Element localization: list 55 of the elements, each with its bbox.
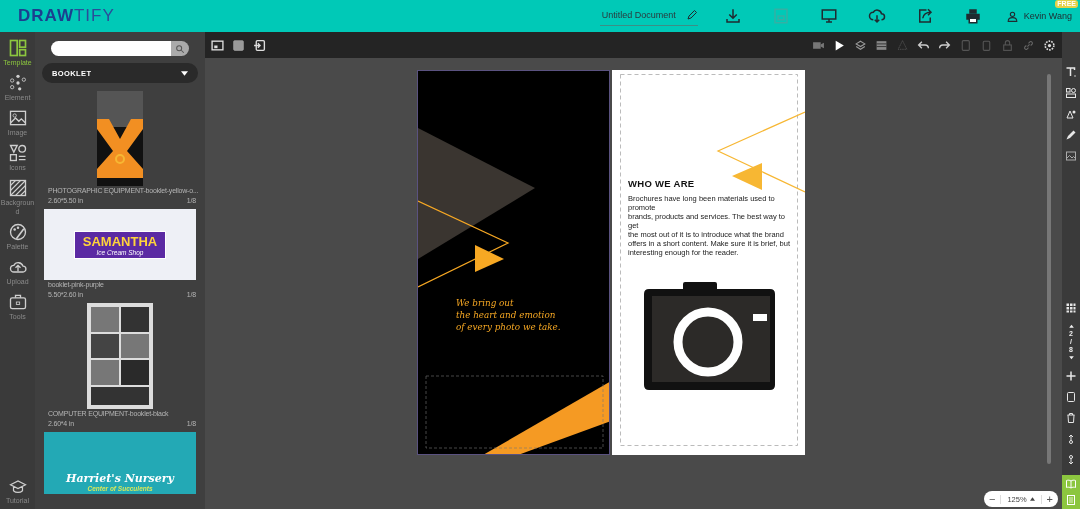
layers-icon[interactable] bbox=[854, 38, 867, 52]
add-page-icon[interactable] bbox=[1065, 370, 1077, 382]
template-thumbnail[interactable] bbox=[87, 303, 153, 409]
grid-icon[interactable] bbox=[1065, 302, 1077, 314]
play-icon[interactable] bbox=[833, 38, 846, 52]
zoom-out-button[interactable]: − bbox=[983, 491, 1001, 507]
duplicate-page-icon[interactable] bbox=[1065, 391, 1077, 403]
page-down-icon[interactable] bbox=[1066, 354, 1076, 361]
image-icon[interactable] bbox=[1065, 150, 1077, 162]
sidebar-tab-icon bbox=[7, 108, 28, 128]
redo-icon[interactable] bbox=[938, 38, 951, 52]
tagline-text[interactable]: We bring out the heart and emotion of every photo we take. bbox=[456, 297, 561, 333]
sidebar-tab-icon bbox=[7, 222, 28, 242]
text-tool-icon[interactable] bbox=[1065, 66, 1077, 78]
triangle-shape bbox=[475, 245, 504, 272]
download-icon[interactable] bbox=[723, 7, 742, 25]
brochure-left-page[interactable]: We bring out the heart and emotion of every photo we take. bbox=[417, 70, 610, 455]
search-field[interactable] bbox=[51, 41, 171, 56]
sidebar-tab-icon bbox=[7, 73, 28, 93]
template-thumbnail[interactable] bbox=[97, 91, 143, 186]
search-icon[interactable] bbox=[175, 43, 185, 54]
sidebar-tab-icon bbox=[7, 292, 28, 312]
undo-icon[interactable] bbox=[917, 38, 930, 52]
scrollbar[interactable] bbox=[1047, 74, 1051, 464]
square-icon[interactable] bbox=[232, 38, 245, 52]
elements-icon[interactable] bbox=[1065, 87, 1077, 99]
sidebar-tab-icon bbox=[7, 178, 28, 198]
caret-icon bbox=[181, 70, 188, 76]
list-icon[interactable] bbox=[875, 38, 888, 52]
printer-icon[interactable] bbox=[963, 7, 982, 25]
exit-icon[interactable] bbox=[253, 38, 266, 52]
pencil-icon[interactable] bbox=[685, 8, 698, 21]
pen-icon[interactable] bbox=[1065, 129, 1077, 141]
user-icon[interactable] bbox=[1005, 9, 1019, 23]
cloud-download-icon[interactable] bbox=[867, 7, 886, 25]
settings-icon[interactable] bbox=[1043, 38, 1056, 52]
link-icon[interactable] bbox=[1022, 38, 1035, 52]
search-button[interactable] bbox=[171, 41, 189, 56]
triangle-shape bbox=[732, 163, 762, 190]
document-title-field[interactable]: Untitled Document bbox=[599, 6, 698, 26]
caret-icon bbox=[1029, 497, 1035, 501]
shapes-icon[interactable] bbox=[1065, 108, 1077, 120]
template-title: Harriet's Nursery bbox=[66, 472, 174, 485]
delete-page-icon[interactable] bbox=[1065, 412, 1077, 424]
page-up-icon[interactable] bbox=[1066, 323, 1076, 330]
app-logo: DRAWTIFY bbox=[18, 6, 115, 26]
template-title: SAMANTHA bbox=[82, 233, 158, 249]
monitor-icon[interactable] bbox=[819, 7, 838, 25]
graduation-cap-icon bbox=[8, 478, 27, 496]
section-heading[interactable]: WHO WE ARE bbox=[628, 178, 695, 189]
sidebar-tab-icon bbox=[7, 38, 28, 58]
fit-screen-icon[interactable] bbox=[211, 38, 224, 52]
zoom-in-button[interactable]: + bbox=[1041, 491, 1058, 507]
sidebar-tab-icon bbox=[7, 143, 28, 163]
user-name[interactable]: Kevin Wang bbox=[1023, 11, 1072, 21]
